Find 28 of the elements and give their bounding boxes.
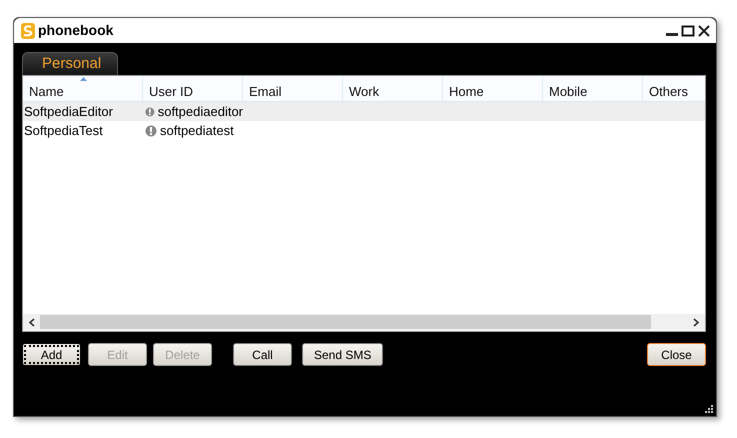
button[interactable]: Close: [647, 343, 706, 366]
tab[interactable]: Personal: [22, 52, 118, 75]
table-cell-text: SoftpediaTest: [23, 122, 103, 140]
maximize-icon[interactable]: [681, 24, 695, 36]
table-cell-text: SoftpediaEditor: [23, 102, 113, 121]
scrollbar-thumb[interactable]: [40, 315, 651, 329]
scroll-right-icon[interactable]: [693, 318, 700, 326]
column-header[interactable]: Mobile: [549, 82, 588, 102]
window-title: phonebook: [38, 21, 114, 40]
scroll-left-icon[interactable]: [28, 318, 35, 326]
column-header[interactable]: Others: [649, 82, 688, 102]
button[interactable]: Send SMS: [302, 343, 384, 366]
table-cell-text: softpediaeditor: [158, 102, 243, 121]
button[interactable]: Add: [22, 343, 81, 366]
table-cell-text: softpediatest: [160, 122, 234, 140]
column-header[interactable]: Work: [349, 82, 380, 102]
button[interactable]: Call: [233, 343, 292, 366]
app-logo-icon: [21, 22, 35, 38]
column-header[interactable]: Home: [449, 82, 484, 102]
table-row[interactable]: SoftpediaEditor softpediaeditor: [23, 102, 705, 121]
horizontal-scrollbar[interactable]: [23, 314, 705, 330]
close-icon[interactable]: [698, 24, 710, 36]
warning-icon: [145, 106, 155, 118]
column-header[interactable]: Name: [29, 82, 64, 102]
column-header[interactable]: User ID: [149, 82, 194, 102]
resize-grip-icon[interactable]: [704, 404, 714, 414]
warning-icon: [145, 124, 157, 136]
column-header[interactable]: Email: [249, 82, 282, 102]
